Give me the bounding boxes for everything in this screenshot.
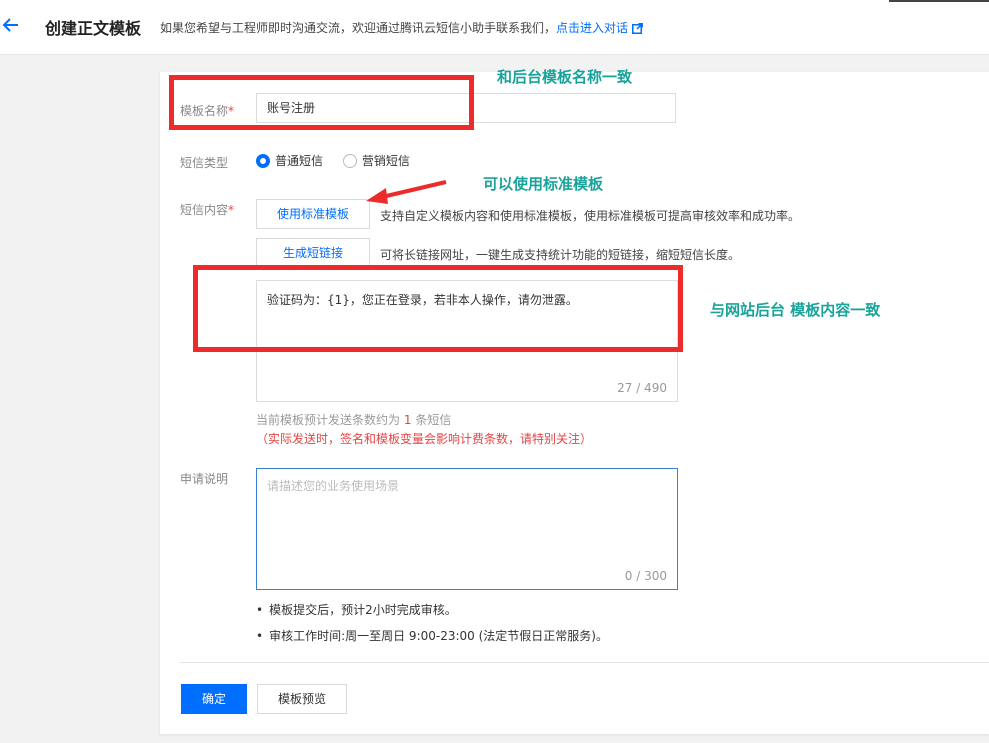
generate-short-link-button[interactable]: 生成短链接	[256, 238, 370, 268]
annotation-note-name: 和后台模板名称一致	[497, 68, 633, 86]
radio-marketing-sms[interactable]: 营销短信	[342, 154, 410, 168]
billing-warning: （实际发送时，签名和模板变量会影响计费条数，请特别关注）	[256, 432, 593, 446]
template-preview-button[interactable]: 模板预览	[257, 684, 347, 714]
standard-template-hint: 支持自定义模板内容和使用标准模板，使用标准模板可提高审核效率和成功率。	[380, 209, 801, 223]
description-placeholder: 请描述您的业务使用场景	[267, 479, 400, 493]
description-counter: 0 / 300	[624, 569, 667, 583]
annotation-box-name	[169, 75, 474, 130]
form-card: 模板名称* 账号注册 短信类型 普通短信 营销短信 短信内容* 使用标准模板 支…	[160, 72, 989, 734]
sms-type-radio-group: 普通短信 营销短信	[256, 152, 410, 169]
header-subtitle-text: 如果您希望与工程师即时沟通交流，欢迎通过腾讯云短信小助手联系我们，	[160, 21, 557, 35]
application-description-textarea[interactable]: 请描述您的业务使用场景 0 / 300	[256, 468, 678, 590]
confirm-button[interactable]: 确定	[181, 684, 247, 714]
sms-content-counter: 27 / 490	[617, 381, 667, 395]
page-header: 创建正文模板 如果您希望与工程师即时沟通交流，欢迎通过腾讯云短信小助手联系我们，…	[0, 0, 989, 55]
radio-unchecked-icon	[342, 154, 357, 168]
tip-working-hours: 审核工作时间:周一至周日 9:00-23:00 (法定节假日正常服务)。	[256, 627, 608, 644]
annotation-box-content	[193, 265, 683, 352]
external-link-icon[interactable]	[632, 23, 643, 37]
header-subtitle: 如果您希望与工程师即时沟通交流，欢迎通过腾讯云短信小助手联系我们，点击进入对话	[160, 19, 643, 37]
page-title: 创建正文模板	[45, 19, 142, 38]
tip-review-time: 模板提交后，预计2小时完成审核。	[256, 601, 457, 618]
sms-count-estimate: 当前模板预计发送条数约为 1 条短信	[256, 413, 452, 427]
sms-content-label: 短信内容*	[180, 203, 235, 217]
chat-link[interactable]: 点击进入对话	[556, 21, 628, 35]
divider	[180, 662, 989, 663]
annotation-note-content: 与网站后台 模板内容一致	[710, 301, 881, 319]
radio-checked-icon	[256, 154, 270, 168]
top-edge-line	[889, 0, 989, 2]
annotation-arrow-icon	[366, 180, 447, 204]
back-arrow-icon[interactable]	[2, 14, 22, 36]
annotation-note-standard: 可以使用标准模板	[483, 175, 604, 193]
use-standard-template-button[interactable]: 使用标准模板	[256, 199, 370, 229]
sms-type-label: 短信类型	[180, 156, 229, 170]
short-link-hint: 可将长链接网址，一键生成支持统计功能的短链接，缩短短信长度。	[380, 248, 741, 262]
radio-normal-sms[interactable]: 普通短信	[256, 154, 323, 168]
application-description-label: 申请说明	[180, 472, 229, 486]
